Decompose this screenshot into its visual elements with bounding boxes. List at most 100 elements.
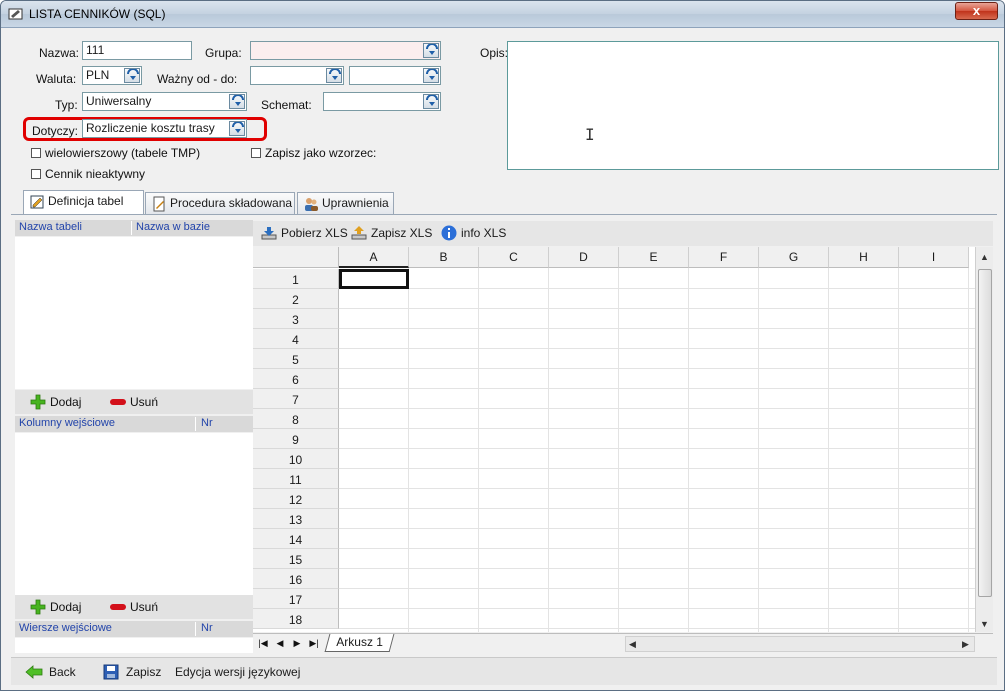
- row-header[interactable]: 17: [253, 589, 339, 609]
- wazny-od-dropdown-icon[interactable]: [326, 68, 342, 83]
- save-xls-button[interactable]: Zapisz XLS: [351, 225, 432, 241]
- language-version-button[interactable]: Edycja wersji językowej: [151, 664, 300, 680]
- grid-hline: [339, 568, 992, 569]
- spreadsheet-toolbar: Pobierz XLS Zapisz XLS info XLS: [253, 221, 993, 246]
- selected-cell[interactable]: [339, 269, 409, 289]
- column-header[interactable]: D: [549, 247, 619, 268]
- grid-hline: [339, 408, 992, 409]
- tables-actions-bar: Dodaj Usuń: [15, 390, 253, 414]
- row-header[interactable]: 8: [253, 409, 339, 429]
- input-columns-col-name[interactable]: Kolumny wejściowe: [19, 416, 115, 431]
- tables-col-db[interactable]: Nazwa w bazie: [136, 220, 210, 235]
- scroll-down-icon[interactable]: ▼: [980, 619, 989, 629]
- columns-remove-button[interactable]: Usuń: [130, 600, 158, 614]
- scroll-up-icon[interactable]: ▲: [980, 252, 989, 262]
- grupa-dropdown-icon[interactable]: [423, 43, 439, 58]
- grid-hline: [339, 348, 992, 349]
- row-header[interactable]: 2: [253, 289, 339, 309]
- column-header[interactable]: I: [899, 247, 969, 268]
- back-button[interactable]: Back: [25, 664, 76, 680]
- row-header[interactable]: 12: [253, 489, 339, 509]
- first-sheet-icon[interactable]: |◀: [257, 637, 269, 650]
- tables-add-button[interactable]: Dodaj: [50, 395, 81, 409]
- download-xls-button[interactable]: Pobierz XLS: [261, 225, 348, 241]
- input-rows-col-nr[interactable]: Nr: [201, 621, 213, 636]
- row-header[interactable]: 14: [253, 529, 339, 549]
- vertical-scrollbar[interactable]: ▲ ▼: [975, 247, 993, 632]
- last-sheet-icon[interactable]: ▶|: [308, 637, 320, 650]
- column-header[interactable]: F: [689, 247, 759, 268]
- row-header[interactable]: 13: [253, 509, 339, 529]
- input-columns-list[interactable]: [15, 433, 253, 595]
- row-header[interactable]: 7: [253, 389, 339, 409]
- plus-icon: [30, 599, 46, 615]
- input-columns-col-nr[interactable]: Nr: [201, 416, 213, 431]
- row-header[interactable]: 9: [253, 429, 339, 449]
- spreadsheet-grid[interactable]: ABCDEFGHI 1 2 3 4 5 6 7 8 9 10 11 12 13 14 15 16 17 18: [253, 247, 992, 632]
- prev-sheet-icon[interactable]: ◀: [274, 637, 286, 650]
- waluta-dropdown-icon[interactable]: [124, 68, 140, 83]
- grid-vline: [408, 268, 409, 632]
- waluta-select[interactable]: PLN: [82, 66, 142, 85]
- column-header[interactable]: G: [759, 247, 829, 268]
- wielowierszowy-checkbox[interactable]: [31, 148, 41, 158]
- column-header[interactable]: E: [619, 247, 689, 268]
- row-header[interactable]: 6: [253, 369, 339, 389]
- typ-select[interactable]: Uniwersalny: [82, 92, 247, 111]
- grupa-select[interactable]: [250, 41, 441, 60]
- row-header[interactable]: 18: [253, 609, 339, 629]
- next-sheet-icon[interactable]: ▶: [291, 637, 303, 650]
- row-header[interactable]: 1: [253, 269, 339, 289]
- column-header[interactable]: B: [409, 247, 479, 268]
- plus-icon: [30, 394, 46, 410]
- users-icon: [305, 198, 318, 211]
- close-button[interactable]: x: [955, 2, 998, 20]
- column-header[interactable]: A: [339, 247, 409, 268]
- zapisz-wzorzec-checkbox[interactable]: [251, 148, 261, 158]
- columns-add-button[interactable]: Dodaj: [50, 600, 81, 614]
- row-header[interactable]: 3: [253, 309, 339, 329]
- wazny-od-select[interactable]: [250, 66, 344, 85]
- row-header[interactable]: 10: [253, 449, 339, 469]
- input-rows-list[interactable]: [15, 638, 253, 653]
- input-rows-col-name[interactable]: Wiersze wejściowe: [19, 621, 112, 636]
- tables-list[interactable]: [15, 237, 253, 389]
- tab-definicja[interactable]: Definicja tabel: [23, 190, 144, 214]
- tables-col-name[interactable]: Nazwa tabeli: [19, 220, 82, 235]
- row-header[interactable]: 5: [253, 349, 339, 369]
- horizontal-scrollbar[interactable]: ◀ ▶: [625, 636, 975, 652]
- column-header[interactable]: H: [829, 247, 899, 268]
- nazwa-input[interactable]: 111: [82, 41, 192, 60]
- sheet-tab[interactable]: Arkusz 1: [324, 634, 395, 652]
- grid-hline: [339, 468, 992, 469]
- grid-hline: [339, 388, 992, 389]
- wazny-do-select[interactable]: [349, 66, 441, 85]
- scroll-left-icon[interactable]: ◀: [629, 639, 636, 650]
- row-header[interactable]: 11: [253, 469, 339, 489]
- grid-hline: [339, 428, 992, 429]
- row-header[interactable]: 4: [253, 329, 339, 349]
- wielowierszowy-label: wielowierszowy (tabele TMP): [45, 146, 201, 160]
- grid-corner[interactable]: [253, 247, 339, 268]
- window-title: LISTA CENNIKÓW (SQL): [29, 7, 166, 21]
- grid-vline: [478, 268, 479, 632]
- row-header[interactable]: 15: [253, 549, 339, 569]
- schemat-select[interactable]: [323, 92, 441, 111]
- dotyczy-dropdown-icon[interactable]: [229, 121, 245, 136]
- tables-remove-button[interactable]: Usuń: [130, 395, 158, 409]
- grid-hline: [339, 548, 992, 549]
- column-header[interactable]: C: [479, 247, 549, 268]
- row-header[interactable]: 16: [253, 569, 339, 589]
- opis-textarea[interactable]: [507, 41, 999, 170]
- typ-dropdown-icon[interactable]: [229, 94, 245, 109]
- nieaktywny-checkbox[interactable]: [31, 169, 41, 179]
- tab-procedura[interactable]: Procedura składowana: [145, 192, 295, 214]
- tab-uprawnienia[interactable]: Uprawnienia: [297, 192, 394, 214]
- grid-hline: [339, 488, 992, 489]
- wazny-do-dropdown-icon[interactable]: [423, 68, 439, 83]
- schemat-dropdown-icon[interactable]: [423, 94, 439, 109]
- scroll-thumb[interactable]: [978, 269, 992, 597]
- info-xls-button[interactable]: info XLS: [441, 225, 506, 241]
- dotyczy-select[interactable]: Rozliczenie kosztu trasy: [82, 119, 247, 138]
- scroll-right-icon[interactable]: ▶: [962, 639, 969, 650]
